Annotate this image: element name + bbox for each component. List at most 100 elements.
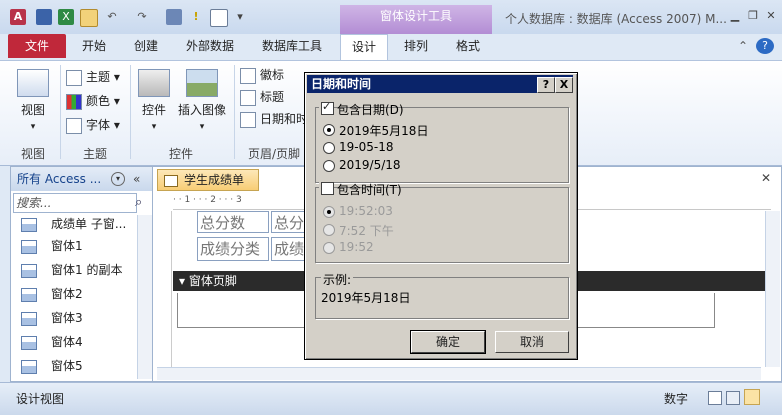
time-format-radio-1[interactable]: [323, 206, 335, 218]
color-button-label: 颜色: [86, 94, 111, 108]
layout-view-icon[interactable]: [726, 391, 740, 405]
form-icon: [21, 217, 37, 232]
ok-button[interactable]: 确定: [410, 330, 486, 354]
dialog-close-button[interactable]: X: [555, 77, 573, 93]
design-view-icon[interactable]: [80, 9, 98, 27]
collapse-pane-icon[interactable]: «: [133, 167, 140, 191]
date-format-radio-1[interactable]: [323, 124, 335, 136]
nav-item-form5[interactable]: 窗体5: [21, 355, 83, 377]
access-logo-icon[interactable]: A: [10, 9, 26, 25]
nav-item-form1-copy[interactable]: 窗体1 的副本: [21, 259, 122, 281]
collapse-ribbon-icon[interactable]: ⌃: [736, 34, 750, 58]
table-icon[interactable]: [210, 9, 228, 27]
horizontal-scrollbar[interactable]: [157, 367, 761, 380]
date-format-radio-2[interactable]: [323, 142, 335, 154]
logo-button[interactable]: 徽标: [240, 65, 284, 85]
image-icon: [186, 69, 218, 97]
tab-home[interactable]: 开始: [72, 34, 116, 58]
color-button[interactable]: 颜色 ▾: [66, 91, 120, 111]
include-time-checkbox[interactable]: [321, 182, 334, 195]
tab-design[interactable]: 设计: [340, 34, 388, 60]
title-bar: A X ↶ ↷ ! ▾ 窗体设计工具 个人数据库 : 数据库 (Access 2…: [0, 0, 782, 34]
chevron-down-icon: ▾: [151, 122, 157, 132]
chevron-down-icon: ▾: [199, 122, 205, 132]
date-format-option[interactable]: 2019年5月18日: [339, 122, 428, 139]
vertical-scrollbar[interactable]: [765, 211, 780, 367]
nav-item-label: 窗体1: [51, 239, 83, 253]
nav-item-form1[interactable]: 窗体1: [21, 235, 83, 257]
theme-icon: [66, 69, 82, 86]
datetime-button[interactable]: 日期和时: [240, 109, 308, 129]
form-icon: [164, 174, 178, 187]
tab-create[interactable]: 创建: [124, 34, 168, 58]
form-icon: [21, 263, 37, 278]
tab-arrange[interactable]: 排列: [394, 34, 438, 58]
time-format-option[interactable]: 7:52 下午: [339, 222, 394, 239]
time-format-option[interactable]: 19:52:03: [339, 204, 393, 218]
nav-item-label: 窗体1 的副本: [51, 263, 123, 277]
redo-icon[interactable]: ↷: [134, 9, 150, 25]
document-tab[interactable]: 学生成绩单: [157, 169, 259, 191]
excel-icon[interactable]: X: [58, 9, 74, 25]
dialog-title: 日期和时间: [311, 77, 372, 91]
time-format-radio-2[interactable]: [323, 224, 335, 236]
form-view-icon[interactable]: [708, 391, 722, 405]
undo-icon[interactable]: ↶: [104, 9, 120, 25]
alert-icon[interactable]: !: [188, 9, 204, 25]
time-format-radio-3[interactable]: [323, 242, 335, 254]
form-icon[interactable]: [166, 9, 182, 25]
form-footer-label: 窗体页脚: [188, 274, 237, 288]
view-button-label: 视图: [20, 103, 45, 117]
close-icon[interactable]: ✕: [764, 9, 778, 23]
date-format-option[interactable]: 19-05-18: [339, 140, 393, 154]
nav-item-form3[interactable]: 窗体3: [21, 307, 83, 329]
design-view-icon[interactable]: [744, 389, 760, 405]
font-button-label: 字体: [86, 118, 111, 132]
close-document-icon[interactable]: ✕: [761, 171, 771, 185]
date-format-radio-3[interactable]: [323, 160, 335, 172]
search-icon[interactable]: ⌕: [135, 195, 142, 210]
form-field-label[interactable]: 成绩分类: [197, 237, 269, 261]
nav-pane-header[interactable]: 所有 Access ... ▾ «: [11, 167, 153, 191]
dialog-title-bar: 日期和时间 ? X: [307, 75, 573, 93]
date-format-option[interactable]: 2019/5/18: [339, 158, 401, 172]
include-date-checkbox-row[interactable]: ✓ 包含日期(D): [319, 100, 404, 117]
dialog-help-button[interactable]: ?: [537, 77, 555, 93]
form-icon: [21, 287, 37, 302]
nav-item-label: 窗体3: [51, 311, 83, 325]
view-button[interactable]: 视图 ▾: [14, 69, 52, 132]
nav-scrollbar[interactable]: [137, 215, 152, 379]
nav-item-form4[interactable]: 窗体4: [21, 331, 83, 353]
document-tab-label: 学生成绩单: [184, 173, 245, 187]
theme-button-label: 主题: [86, 70, 111, 84]
help-icon[interactable]: ?: [756, 38, 774, 54]
nav-search-input[interactable]: 搜索...: [13, 193, 137, 213]
chevron-down-icon[interactable]: ▾: [111, 172, 125, 186]
form-icon: [21, 359, 37, 374]
customize-qat-icon[interactable]: ▾: [232, 9, 248, 25]
include-date-checkbox[interactable]: ✓: [321, 100, 334, 115]
controls-button[interactable]: 控件 ▾: [136, 69, 172, 132]
nav-item-form2[interactable]: 窗体2: [21, 283, 83, 305]
nav-item-label: 成绩单 子窗...: [51, 217, 127, 231]
theme-button[interactable]: 主题 ▾: [66, 67, 120, 87]
restore-icon[interactable]: ❐: [746, 9, 760, 23]
form-field-label[interactable]: 总分数: [197, 211, 269, 233]
tab-file[interactable]: 文件: [8, 34, 66, 58]
form-icon: [21, 311, 37, 326]
group-label-views: 视图: [20, 147, 45, 161]
include-time-checkbox-row[interactable]: 包含时间(T): [319, 180, 402, 197]
font-button[interactable]: 字体 ▾: [66, 115, 120, 135]
nav-item-label: 窗体4: [51, 335, 83, 349]
insert-image-button[interactable]: 插入图像 ▾: [176, 69, 228, 132]
cancel-button[interactable]: 取消: [495, 331, 569, 353]
save-icon[interactable]: [36, 9, 52, 25]
tab-database-tools[interactable]: 数据库工具: [252, 34, 332, 58]
title-icon: [240, 89, 256, 106]
time-format-option[interactable]: 19:52: [339, 240, 374, 254]
nav-item-subform[interactable]: 成绩单 子窗...: [21, 213, 126, 235]
tab-format[interactable]: 格式: [446, 34, 490, 58]
minimize-icon[interactable]: ▁: [728, 9, 742, 23]
title-button[interactable]: 标题: [240, 87, 284, 107]
tab-external-data[interactable]: 外部数据: [176, 34, 244, 58]
